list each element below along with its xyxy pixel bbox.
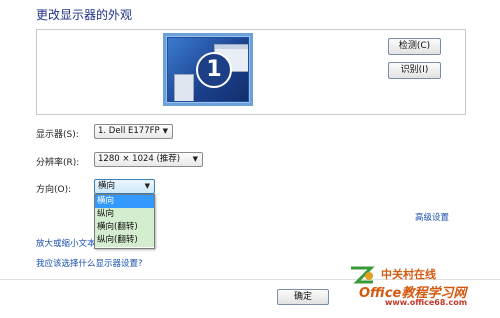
- display-label: 显示器(S):: [36, 130, 79, 140]
- orientation-option[interactable]: 纵向(翻转): [95, 234, 154, 247]
- resolution-label: 分辨率(R):: [36, 158, 80, 168]
- advanced-settings-link[interactable]: 高级设置: [415, 211, 449, 223]
- display-select-value: 1. Dell E177FP: [98, 126, 160, 136]
- orientation-select-value: 横向: [98, 181, 116, 191]
- watermark-url: www.office68.com: [385, 298, 468, 307]
- orientation-label: 方向(O):: [36, 185, 72, 195]
- orientation-select[interactable]: 横向 ▼: [94, 179, 155, 194]
- display-select[interactable]: 1. Dell E177FP ▼: [94, 124, 173, 139]
- chevron-down-icon: ▼: [192, 155, 198, 163]
- orientation-dropdown-list: 横向 纵向 横向(翻转) 纵向(翻转): [94, 194, 155, 249]
- orientation-option[interactable]: 横向: [95, 195, 154, 208]
- resolution-select[interactable]: 1280 × 1024 (推荐) ▼: [94, 152, 203, 167]
- monitor-1-thumbnail[interactable]: 1: [163, 33, 253, 106]
- display-preview-area: 1 检测(C) 识别(I): [36, 29, 466, 115]
- resolution-select-value: 1280 × 1024 (推荐): [98, 154, 181, 164]
- chevron-down-icon: ▼: [162, 127, 168, 135]
- enlarge-text-link[interactable]: 放大或缩小文本: [36, 237, 94, 249]
- identify-button[interactable]: 识别(I): [388, 62, 441, 79]
- orientation-option[interactable]: 横向(翻转): [95, 221, 154, 234]
- monitor-number-badge: 1: [196, 52, 232, 88]
- site-watermark: 中关村在线 Office教程学习网 www.office68.com: [345, 264, 495, 310]
- ok-button[interactable]: 确定: [277, 289, 329, 305]
- detect-button[interactable]: 检测(C): [388, 38, 441, 55]
- window-thumbnail: [174, 74, 194, 101]
- page-title: 更改显示器的外观: [36, 8, 133, 22]
- watermark-site-name: 中关村在线: [381, 268, 436, 281]
- orientation-option[interactable]: 纵向: [95, 208, 154, 221]
- monitor-screen: 1: [168, 38, 248, 101]
- which-settings-link[interactable]: 我应该选择什么显示器设置?: [36, 257, 143, 269]
- chevron-down-icon: ▼: [144, 182, 150, 190]
